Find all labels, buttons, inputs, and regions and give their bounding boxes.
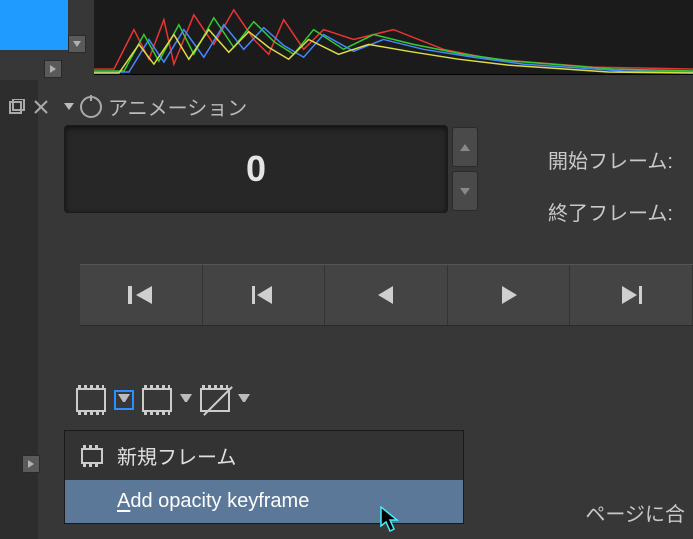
menu-item-new-frame[interactable]: 新規フレーム: [65, 431, 463, 480]
remove-frame-dropdown[interactable]: [238, 394, 250, 406]
duplicate-frame-icon[interactable]: [142, 388, 172, 412]
prev-frame-button[interactable]: [325, 265, 448, 325]
menu-item-label: 新規フレーム: [117, 441, 236, 470]
remove-frame-icon[interactable]: [200, 388, 230, 412]
selection-patch: [0, 0, 68, 50]
menu-item-add-opacity-keyframe[interactable]: Add opacity keyframe: [65, 480, 463, 523]
transport-bar: [80, 264, 693, 326]
panel-expand[interactable]: [44, 60, 62, 78]
histogram: [94, 0, 693, 75]
combo-dropdown[interactable]: [68, 35, 86, 53]
panel-expand-2[interactable]: [22, 455, 40, 473]
chevron-down-icon[interactable]: [64, 103, 74, 110]
current-frame-input[interactable]: 0: [64, 125, 448, 213]
close-icon[interactable]: [32, 98, 50, 116]
prev-keyframe-button[interactable]: [203, 265, 326, 325]
go-first-button[interactable]: [80, 265, 203, 325]
play-button[interactable]: [448, 265, 571, 325]
dock-title: アニメーション: [108, 92, 247, 121]
menu-item-label: Add opacity keyframe: [117, 490, 309, 513]
add-frame-dropdown[interactable]: [114, 390, 134, 410]
end-frame-label: 終了フレーム:: [548, 188, 673, 240]
current-frame-value: 0: [246, 148, 266, 190]
duplicate-frame-dropdown[interactable]: [180, 394, 192, 406]
frame-menu: 新規フレーム Add opacity keyframe: [64, 430, 464, 524]
add-frame-icon[interactable]: [76, 388, 106, 412]
frame-step-up[interactable]: [452, 127, 478, 167]
film-icon: [79, 448, 105, 464]
onion-skin-icon: [80, 96, 102, 118]
start-frame-label: 開始フレーム:: [548, 136, 673, 188]
next-keyframe-button[interactable]: [570, 265, 693, 325]
float-dock-icon[interactable]: [8, 98, 26, 116]
frame-step-down[interactable]: [452, 171, 478, 211]
fit-page-label: ページに合: [585, 498, 685, 527]
